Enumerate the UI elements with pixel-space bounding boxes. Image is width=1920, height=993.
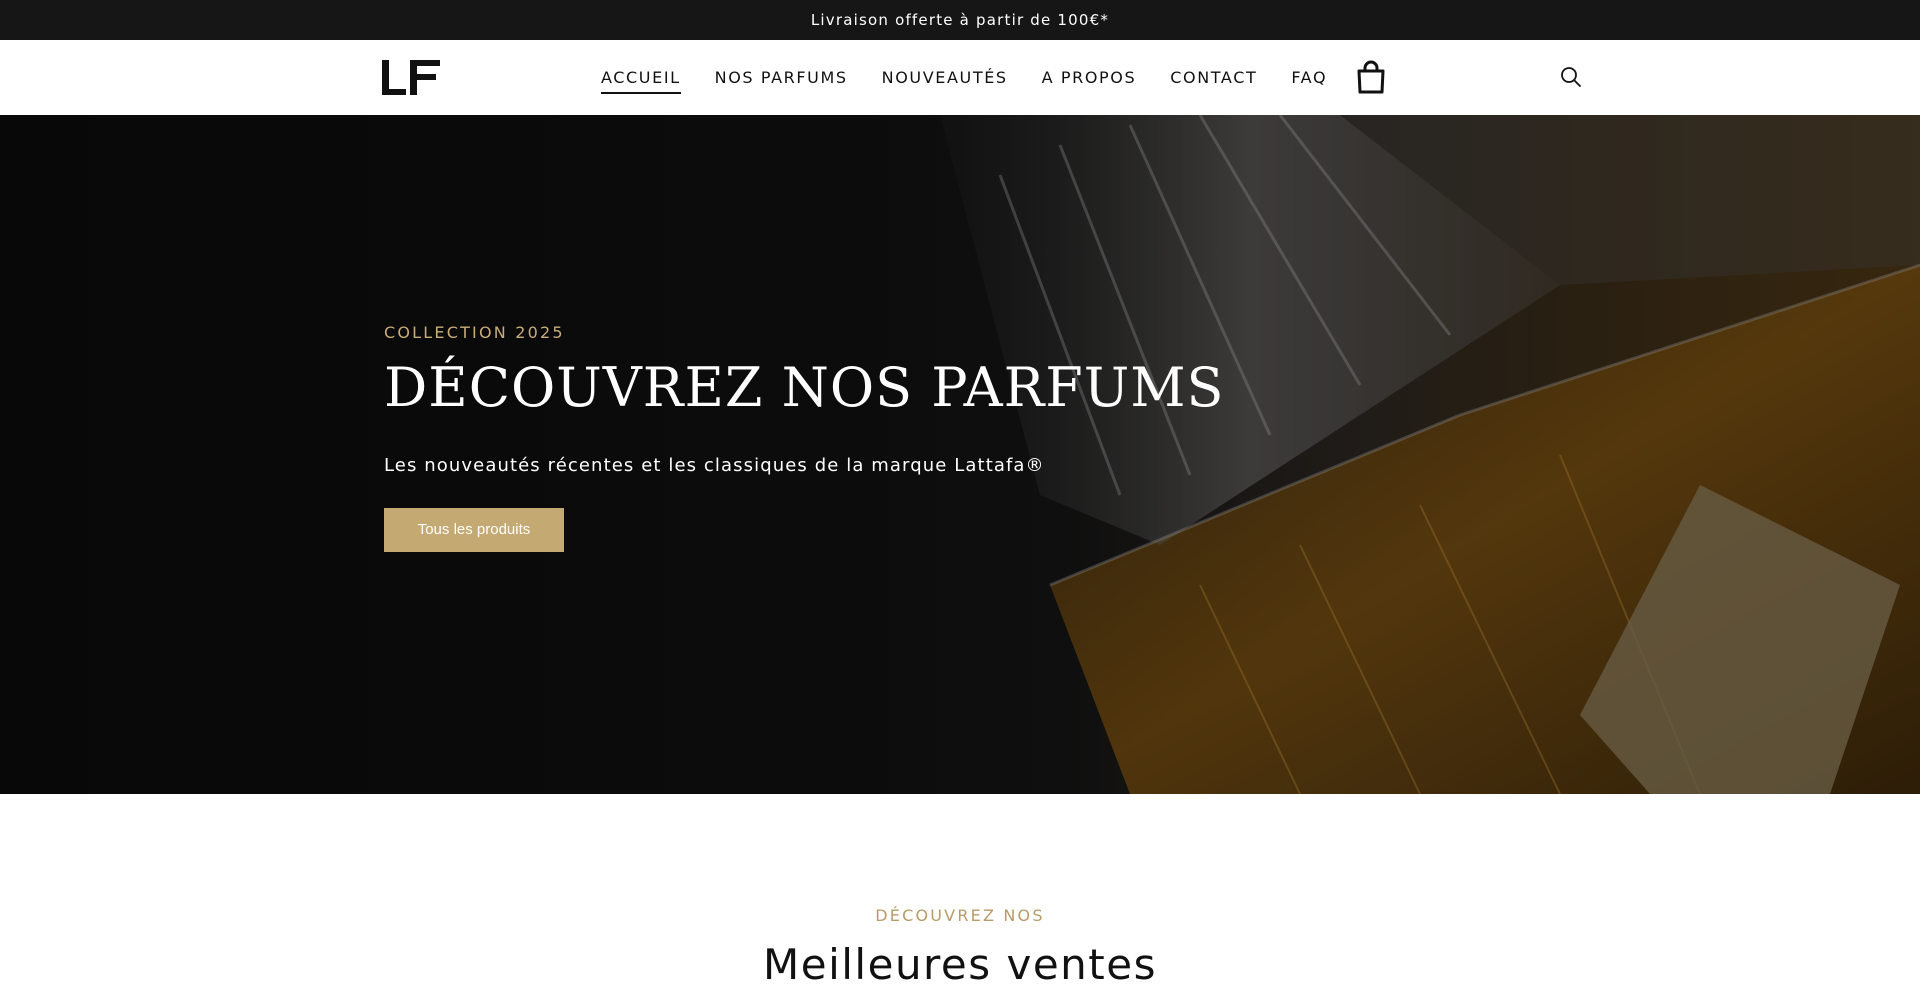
nav-item-faq[interactable]: FAQ [1291, 62, 1327, 93]
nav-item-nouveautes[interactable]: NOUVEAUTÉS [882, 62, 1008, 93]
nav-item-accueil[interactable]: ACCUEIL [601, 62, 681, 94]
nav-item-a-propos[interactable]: A PROPOS [1042, 62, 1137, 93]
site-header: ACCUEIL NOS PARFUMS NOUVEAUTÉS A PROPOS … [0, 40, 1920, 115]
hero-subtitle: Les nouveautés récentes et les classique… [384, 454, 1045, 476]
hero-banner: COLLECTION 2025 DÉCOUVREZ NOS PARFUMS Le… [0, 115, 1920, 794]
announcement-bar: Livraison offerte à partir de 100€* [0, 0, 1920, 40]
bestsellers-title: Meilleures ventes [763, 940, 1157, 989]
announcement-text: Livraison offerte à partir de 100€* [810, 11, 1110, 29]
hero-title: DÉCOUVREZ NOS PARFUMS [384, 356, 1225, 419]
hero-content: COLLECTION 2025 DÉCOUVREZ NOS PARFUMS Le… [384, 323, 1284, 552]
nav-item-nos-parfums[interactable]: NOS PARFUMS [715, 62, 848, 93]
hero-eyebrow: COLLECTION 2025 [384, 323, 565, 342]
magnifier-icon[interactable] [1559, 65, 1583, 89]
bestsellers-eyebrow: DÉCOUVREZ NOS [875, 906, 1045, 925]
main-navigation: ACCUEIL NOS PARFUMS NOUVEAUTÉS A PROPOS … [601, 40, 1361, 115]
nav-item-contact[interactable]: CONTACT [1170, 62, 1257, 93]
shopping-bag-icon[interactable] [1356, 60, 1386, 94]
all-products-button[interactable]: Tous les produits [384, 507, 564, 552]
brand-logo[interactable] [380, 58, 442, 96]
